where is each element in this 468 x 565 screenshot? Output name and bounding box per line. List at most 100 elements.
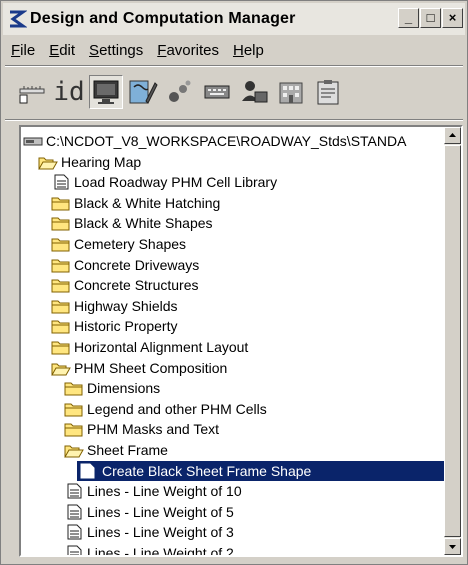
monitor-icon [93, 80, 119, 104]
bubbles-tool-button[interactable] [163, 75, 197, 109]
tree-item-folder[interactable]: Black & White Hatching [51, 193, 220, 213]
tree-item-folder[interactable]: Hearing Map [38, 152, 141, 172]
folder-icon [51, 279, 70, 293]
tree-item-label: Lines - Line Weight of 3 [87, 524, 234, 541]
app-logo-icon [10, 10, 27, 28]
tree-item-label: Cemetery Shapes [74, 235, 187, 252]
tree-item-label: Legend and other PHM Cells [87, 400, 267, 417]
toolbar-separator [5, 119, 463, 121]
folder-open-icon [51, 363, 71, 375]
tree-item-folder[interactable]: Black & White Shapes [51, 213, 213, 233]
tree-item-command[interactable]: Lines - Line Weight of 3 [64, 522, 234, 542]
edit-tool-icon [129, 80, 158, 104]
clipboard-icon [317, 80, 339, 105]
tree-content: C:\NCDOT_V8_WORKSPACE\ROADWAY_Stds\STAND… [21, 127, 445, 555]
folder-icon [51, 300, 70, 314]
tree-item-folder[interactable]: Horizontal Alignment Layout [51, 337, 248, 357]
tree-item-label: Sheet Frame [87, 441, 168, 458]
tree-item-command[interactable]: Lines - Line Weight of 5 [64, 502, 234, 522]
menu-bar: File Edit Settings Favorites Help [3, 37, 465, 63]
tree-item-folder[interactable]: PHM Masks and Text [64, 419, 219, 439]
keyboard-icon [204, 85, 230, 99]
document-icon [67, 524, 82, 540]
tree-item-command[interactable]: Load Roadway PHM Cell Library [51, 172, 277, 192]
folder-icon [51, 259, 70, 272]
scroll-thumb[interactable] [444, 145, 461, 537]
document-icon [80, 463, 95, 478]
tree-item-command[interactable]: Lines - Line Weight of 2 [64, 543, 234, 557]
folder-icon [51, 320, 70, 334]
tree-item-label: Lines - Line Weight of 5 [87, 503, 234, 520]
tree-item-folder[interactable]: Sheet Frame [64, 440, 168, 460]
document-icon [67, 504, 82, 520]
scroll-down-button[interactable] [444, 538, 461, 555]
tree-item-label: PHM Sheet Composition [74, 359, 228, 376]
tree-item-label: Concrete Driveways [74, 256, 200, 273]
folder-icon [51, 238, 70, 252]
edit-tool-button[interactable] [126, 75, 160, 109]
toolbar: id [15, 69, 375, 115]
tree-item-label: Black & White Shapes [74, 215, 213, 232]
folder-open-icon [64, 445, 84, 458]
arrow-down-icon [449, 545, 456, 549]
menu-settings[interactable]: Settings [89, 42, 143, 59]
tree-item-folder[interactable]: Concrete Driveways [51, 255, 199, 275]
keyboard-tool-button[interactable] [200, 75, 234, 109]
workspace-tree: C:\NCDOT_V8_WORKSPACE\ROADWAY_Stds\STAND… [19, 125, 463, 557]
tree-item-label: Dimensions [87, 380, 161, 397]
tree-item-label: PHM Masks and Text [87, 421, 220, 438]
id-tool-button[interactable]: id [52, 75, 86, 109]
tree-item-folder[interactable]: Dimensions [64, 378, 160, 398]
tree-item-label: Black & White Hatching [74, 194, 221, 211]
id-icon: id [53, 77, 85, 107]
ruler-tool-button[interactable] [15, 75, 49, 109]
folder-icon [64, 382, 83, 396]
tree-item-folder[interactable]: Historic Property [51, 316, 177, 336]
tree-item-label: Lines - Line Weight of 2 [87, 544, 234, 557]
clipboard-tool-button[interactable] [311, 75, 345, 109]
menu-help[interactable]: Help [233, 42, 264, 59]
close-button[interactable]: × [442, 8, 463, 28]
tree-item-command[interactable]: Create Black Sheet Frame Shape [77, 460, 445, 481]
tree-item-label: Historic Property [74, 318, 178, 335]
menu-favorites[interactable]: Favorites [157, 42, 219, 59]
tree-item-label: Hearing Map [61, 153, 142, 170]
menu-edit[interactable]: Edit [49, 42, 75, 59]
bubbles-icon [169, 80, 191, 102]
window-title: Design and Computation Manager [30, 10, 296, 27]
folder-icon [51, 341, 70, 355]
folder-icon [64, 403, 83, 417]
menu-file[interactable]: File [11, 42, 35, 59]
app-window: Design and Computation Manager _ □ × Fil… [0, 0, 468, 565]
maximize-button[interactable]: □ [420, 8, 441, 28]
tree-item-folder[interactable]: PHM Sheet Composition [51, 358, 227, 378]
folder-open-icon [38, 157, 58, 169]
scroll-up-button[interactable] [444, 127, 461, 144]
tree-item-folder[interactable]: Legend and other PHM Cells [64, 399, 267, 419]
building-icon [279, 82, 303, 104]
tree-root[interactable]: C:\NCDOT_V8_WORKSPACE\ROADWAY_Stds\STAND… [23, 131, 406, 151]
document-icon [67, 483, 82, 499]
users-tool-button[interactable] [237, 75, 271, 109]
document-icon [67, 545, 82, 555]
building-tool-button[interactable] [274, 75, 308, 109]
tree-item-folder[interactable]: Cemetery Shapes [51, 234, 186, 254]
folder-icon [51, 197, 70, 211]
title-bar[interactable]: Design and Computation Manager _ □ × [3, 3, 465, 35]
tree-item-label: Horizontal Alignment Layout [74, 338, 249, 355]
tree-item-label: Concrete Structures [74, 277, 199, 294]
folder-icon [51, 217, 70, 231]
tree-item-folder[interactable]: Highway Shields [51, 296, 178, 316]
tree-item-folder[interactable]: Concrete Structures [51, 275, 199, 295]
vertical-scrollbar[interactable] [444, 127, 461, 555]
monitor-tool-button[interactable] [89, 75, 123, 109]
menu-separator [5, 65, 463, 67]
tree-item-label: Create Black Sheet Frame Shape [100, 461, 316, 480]
tree-item-command[interactable]: Lines - Line Weight of 10 [64, 481, 242, 501]
arrow-up-icon [449, 133, 456, 137]
tree-item-label: Lines - Line Weight of 10 [87, 483, 242, 500]
minimize-button[interactable]: _ [398, 8, 419, 28]
ruler-icon [19, 86, 45, 104]
users-icon [242, 81, 268, 103]
window-controls: _ □ × [397, 8, 463, 28]
